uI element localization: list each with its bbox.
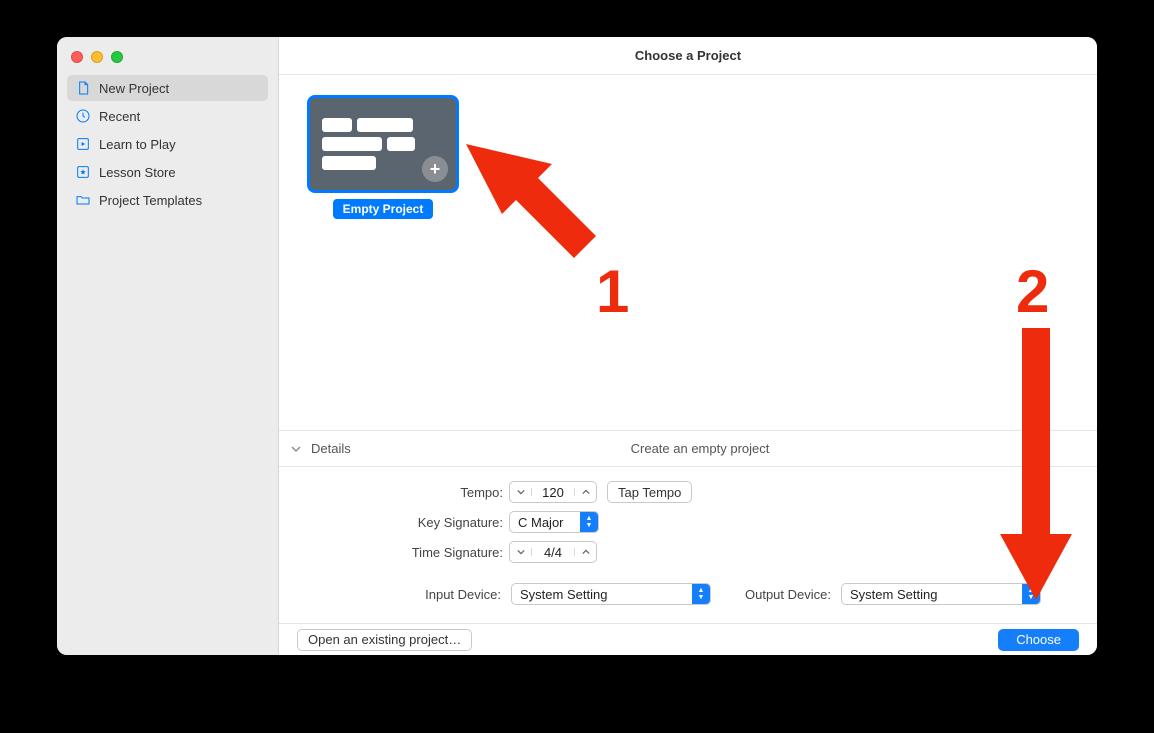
input-device-label: Input Device: bbox=[413, 587, 501, 602]
time-signature-value[interactable]: 4/4 bbox=[532, 545, 574, 560]
sidebar-item-label: Learn to Play bbox=[99, 137, 176, 152]
stepper-down-icon[interactable] bbox=[510, 548, 532, 556]
output-device-select[interactable]: System Setting ▲▼ bbox=[841, 583, 1041, 605]
tap-tempo-label: Tap Tempo bbox=[618, 485, 681, 500]
sidebar-item-label: New Project bbox=[99, 81, 169, 96]
close-icon[interactable] bbox=[71, 51, 83, 63]
updown-arrows-icon: ▲▼ bbox=[580, 512, 598, 532]
tempo-label: Tempo: bbox=[303, 485, 503, 500]
choose-label: Choose bbox=[1016, 632, 1061, 647]
sidebar-item-recent[interactable]: Recent bbox=[67, 103, 268, 129]
details-form: Tempo: 120 Tap Tempo Ke bbox=[279, 467, 1097, 605]
stepper-up-icon[interactable] bbox=[574, 548, 596, 556]
document-icon bbox=[75, 80, 91, 96]
tap-tempo-button[interactable]: Tap Tempo bbox=[607, 481, 692, 503]
sidebar-item-templates[interactable]: Project Templates bbox=[67, 187, 268, 213]
key-signature-select[interactable]: C Major ▲▼ bbox=[509, 511, 599, 533]
updown-arrows-icon: ▲▼ bbox=[1022, 584, 1040, 604]
template-grid: + Empty Project bbox=[279, 75, 1097, 431]
details-title: Details bbox=[311, 441, 351, 456]
details-subtitle: Create an empty project bbox=[631, 441, 770, 456]
titlebar: Choose a Project bbox=[279, 37, 1097, 75]
sidebar-list: New Project Recent Learn to Play Lesson … bbox=[57, 71, 278, 217]
main-panel: Choose a Project + Empty Project bbox=[279, 37, 1097, 655]
sidebar-item-new-project[interactable]: New Project bbox=[67, 75, 268, 101]
tempo-value[interactable]: 120 bbox=[532, 485, 574, 500]
updown-arrows-icon: ▲▼ bbox=[692, 584, 710, 604]
template-thumbnail: + bbox=[307, 95, 459, 193]
key-signature-value: C Major bbox=[510, 515, 580, 530]
footer: Open an existing project… Choose bbox=[279, 624, 1097, 655]
time-signature-label: Time Signature: bbox=[303, 545, 503, 560]
sidebar-item-label: Recent bbox=[99, 109, 140, 124]
clock-icon bbox=[75, 108, 91, 124]
sidebar-item-label: Lesson Store bbox=[99, 165, 176, 180]
input-device-value: System Setting bbox=[512, 587, 692, 602]
chevron-down-icon bbox=[279, 444, 303, 454]
folder-icon bbox=[75, 192, 91, 208]
output-device-label: Output Device: bbox=[721, 587, 831, 602]
plus-icon: + bbox=[422, 156, 448, 182]
window-controls bbox=[57, 37, 278, 71]
open-existing-label: Open an existing project… bbox=[308, 632, 461, 647]
star-square-icon bbox=[75, 164, 91, 180]
open-existing-button[interactable]: Open an existing project… bbox=[297, 629, 472, 651]
minimize-icon[interactable] bbox=[91, 51, 103, 63]
play-square-icon bbox=[75, 136, 91, 152]
window-title: Choose a Project bbox=[635, 48, 741, 63]
template-empty-project[interactable]: + Empty Project bbox=[307, 95, 459, 219]
sidebar: New Project Recent Learn to Play Lesson … bbox=[57, 37, 279, 655]
sidebar-item-lesson-store[interactable]: Lesson Store bbox=[67, 159, 268, 185]
tempo-stepper[interactable]: 120 bbox=[509, 481, 597, 503]
sidebar-item-learn[interactable]: Learn to Play bbox=[67, 131, 268, 157]
key-signature-label: Key Signature: bbox=[303, 515, 503, 530]
time-signature-stepper[interactable]: 4/4 bbox=[509, 541, 597, 563]
sidebar-item-label: Project Templates bbox=[99, 193, 202, 208]
details-header[interactable]: Details Create an empty project bbox=[279, 431, 1097, 467]
choose-button[interactable]: Choose bbox=[998, 629, 1079, 651]
zoom-icon[interactable] bbox=[111, 51, 123, 63]
input-device-select[interactable]: System Setting ▲▼ bbox=[511, 583, 711, 605]
output-device-value: System Setting bbox=[842, 587, 1022, 602]
stepper-down-icon[interactable] bbox=[510, 488, 532, 496]
stepper-up-icon[interactable] bbox=[574, 488, 596, 496]
project-chooser-window: New Project Recent Learn to Play Lesson … bbox=[57, 37, 1097, 655]
template-label: Empty Project bbox=[333, 199, 434, 219]
details-panel: Details Create an empty project Tempo: 1… bbox=[279, 431, 1097, 624]
